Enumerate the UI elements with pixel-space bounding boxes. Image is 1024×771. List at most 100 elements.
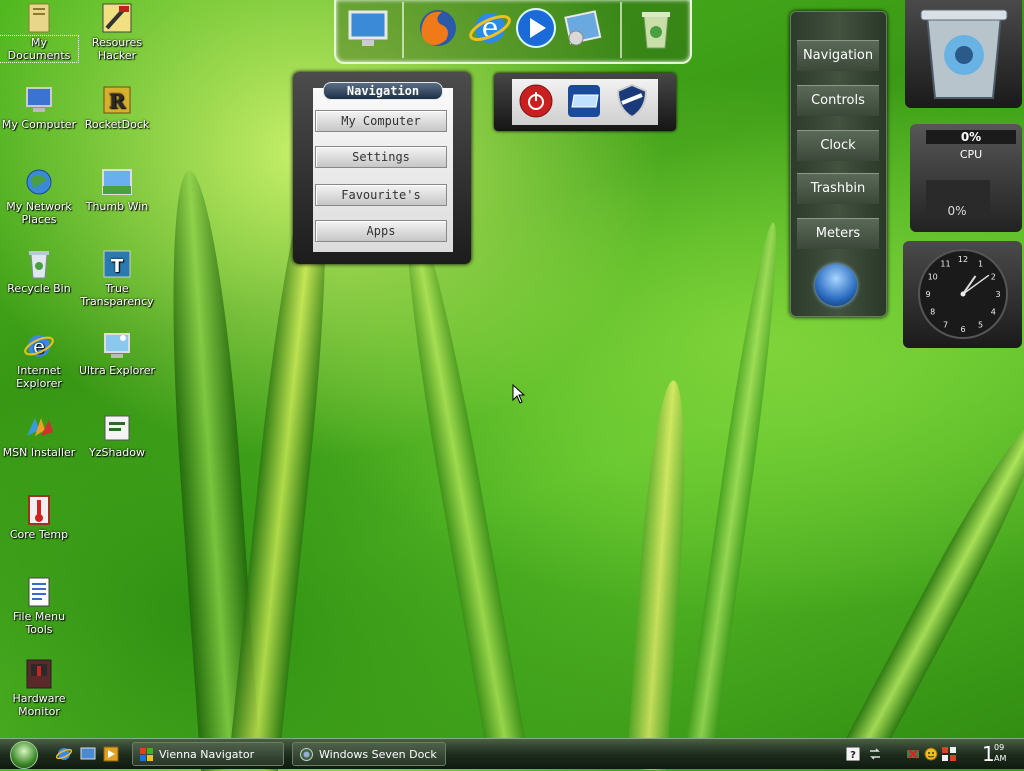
ultra-explorer-icon [101, 330, 133, 362]
desktop-icon-label: Recycle Bin [7, 282, 71, 295]
clock-numeral: 2 [991, 273, 996, 282]
firefox-icon [420, 10, 456, 46]
desktop-icon-label: My Documents [0, 35, 79, 63]
desktop-icon-true-transparency[interactable]: T True Transparency [78, 248, 156, 308]
desktop-icon-msn-installer[interactable]: MSN Installer [0, 412, 78, 459]
dock-separator [402, 2, 404, 58]
dock-item-control-panel[interactable] [562, 6, 606, 50]
mouse-cursor-icon [512, 383, 526, 407]
desktop-icon-my-documents[interactable]: My Documents [0, 2, 79, 63]
side-menu-navigation[interactable]: Navigation [797, 40, 879, 71]
desktop-icon-yzshadow[interactable]: YzShadow [78, 412, 156, 459]
grass-blade [626, 379, 694, 771]
svg-text:R: R [109, 89, 126, 113]
trashbin-widget[interactable] [905, 0, 1022, 108]
dock-item-firefox[interactable] [416, 6, 460, 50]
svg-text:T: T [111, 256, 124, 277]
taskbar-clock-hour[interactable]: 1 [982, 742, 995, 766]
windows-flag-icon [139, 747, 154, 762]
power-button[interactable] [518, 83, 554, 119]
media-player-icon [103, 746, 119, 762]
thermometer-icon [23, 494, 55, 526]
dock-item-media-player[interactable] [514, 6, 558, 50]
side-menu: Navigation Controls Clock Trashbin Meter… [790, 11, 887, 317]
monitor-icon [348, 10, 388, 46]
clock-numeral: 10 [928, 273, 938, 282]
internet-explorer-icon: e [23, 330, 55, 362]
grid-app-icon[interactable] [942, 747, 956, 761]
true-transparency-icon: T [101, 248, 133, 280]
quicklaunch-media-player[interactable] [103, 746, 119, 762]
msn-icon [23, 412, 55, 444]
power-icon [519, 84, 553, 118]
desktop-icon-internet-explorer[interactable]: e Internet Explorer [0, 330, 78, 390]
clock-numeral: 3 [995, 290, 1000, 299]
dock-item-trash[interactable] [634, 6, 678, 50]
trash-bin-icon [920, 9, 1008, 99]
network-places-icon [23, 166, 55, 198]
desktop-icon-label: Thumb Win [85, 200, 149, 213]
analog-clock: 12 12 3 45 6 789 1011 [918, 249, 1008, 339]
desktop-icon-label: Resoures Hacker [91, 36, 143, 62]
desktop-icon-ultra-explorer[interactable]: Ultra Explorer [78, 330, 156, 377]
recycle-bin-icon [23, 248, 55, 280]
window-button[interactable] [566, 83, 602, 119]
controls-panel [494, 73, 676, 131]
desktop-icon-label: My Computer [1, 118, 77, 131]
desktop-icon-label: MSN Installer [2, 446, 76, 459]
hardware-monitor-icon [23, 658, 55, 690]
desktop-icon-recycle-bin[interactable]: Recycle Bin [0, 248, 78, 295]
nav-button-settings[interactable]: Settings [315, 146, 447, 168]
quicklaunch-internet-explorer[interactable] [55, 746, 73, 762]
network-arrows-icon[interactable] [868, 747, 882, 761]
desktop-icon-my-computer[interactable]: My Computer [0, 84, 78, 131]
start-button[interactable] [10, 741, 38, 769]
side-menu-trashbin[interactable]: Trashbin [797, 173, 879, 204]
desktop-icon-file-menu-tools[interactable]: File Menu Tools [0, 576, 78, 636]
clock-numeral: 1 [978, 260, 983, 269]
desktop-icon-label: RocketDock [84, 118, 150, 131]
side-menu-meters[interactable]: Meters [797, 218, 879, 249]
cpu-meter-widget: 0% CPU 0% [910, 124, 1022, 232]
network-status-icon[interactable] [906, 747, 920, 761]
side-menu-controls[interactable]: Controls [797, 85, 879, 116]
desktop-icon-core-temp[interactable]: Core Temp [0, 494, 78, 541]
windows-logo-icon[interactable] [815, 264, 857, 306]
yzshadow-icon [101, 412, 133, 444]
quicklaunch-show-desktop[interactable] [80, 746, 96, 762]
task-vienna-navigator[interactable]: Vienna Navigator [132, 742, 284, 766]
desktop-icon-label: File Menu Tools [12, 610, 66, 636]
internet-explorer-icon: e [469, 11, 511, 44]
desktop-icon-thumb-win[interactable]: Thumb Win [78, 166, 156, 213]
security-button[interactable] [614, 83, 650, 119]
dock-item-internet-explorer[interactable]: e [468, 6, 512, 50]
nav-button-apps[interactable]: Apps [315, 220, 447, 242]
internet-explorer-icon [55, 748, 73, 760]
smiley-icon[interactable] [924, 747, 938, 761]
desktop-icon-resoures-hacker[interactable]: Resoures Hacker [78, 2, 156, 62]
desktop-icon-rocketdock[interactable]: R RocketDock [78, 84, 156, 131]
nav-button-my-computer[interactable]: My Computer [315, 110, 447, 132]
window-icon [568, 85, 600, 117]
media-player-icon [516, 8, 556, 48]
dock-item-monitor[interactable] [346, 6, 390, 50]
task-windows-seven-dock[interactable]: Windows Seven Dock [292, 742, 446, 766]
side-menu-clock[interactable]: Clock [797, 130, 879, 161]
desktop-icon-hardware-monitor[interactable]: Hardware Monitor [0, 658, 78, 718]
desktop-icon-label: My Network Places [6, 200, 72, 226]
desktop-icon-label: True Transparency [80, 282, 154, 308]
desktop-icon [80, 747, 96, 760]
resource-hacker-icon [101, 2, 133, 34]
clock-numeral: 9 [925, 290, 930, 299]
grass-blade [681, 220, 789, 770]
control-panel-icon [564, 10, 602, 46]
computer-icon [23, 84, 55, 116]
nav-button-favourites[interactable]: Favourite's [315, 184, 447, 206]
clock-numeral: 11 [940, 260, 950, 269]
help-icon[interactable]: ? [845, 746, 861, 762]
desktop-icon-network-places[interactable]: My Network Places [0, 166, 78, 226]
cpu-value-top: 0% [926, 130, 1016, 144]
system-tray: ? 1 09 AM [838, 741, 1024, 767]
desktop-icon-label: Core Temp [9, 528, 69, 541]
folder-documents-icon [23, 2, 55, 34]
